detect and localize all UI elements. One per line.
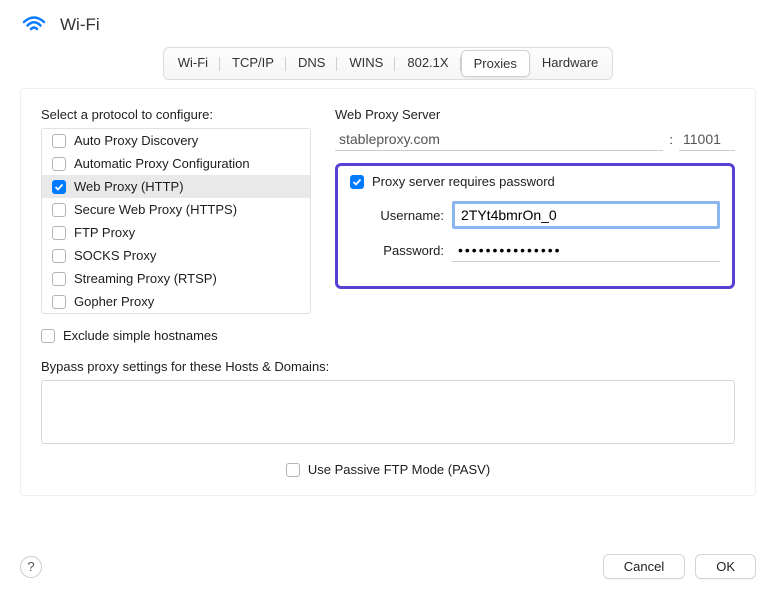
username-input[interactable] — [452, 201, 720, 229]
window-header: Wi-Fi — [0, 0, 776, 47]
passive-ftp-checkbox[interactable] — [286, 463, 300, 477]
host-port-separator: : — [669, 132, 673, 147]
list-item[interactable]: Automatic Proxy Configuration — [42, 152, 310, 175]
proxy-host-input[interactable] — [335, 128, 663, 151]
bypass-label: Bypass proxy settings for these Hosts & … — [41, 359, 735, 374]
protocol-label: Select a protocol to configure: — [41, 107, 311, 122]
tab-wins[interactable]: WINS — [337, 50, 395, 77]
list-item-label: Streaming Proxy (RTSP) — [74, 271, 217, 286]
tab-8021x[interactable]: 802.1X — [395, 50, 460, 77]
tab-hardware[interactable]: Hardware — [530, 50, 610, 77]
password-label: Password: — [366, 243, 444, 258]
tab-wifi[interactable]: Wi-Fi — [166, 50, 220, 77]
proxies-panel: Select a protocol to configure: Auto Pro… — [20, 88, 756, 496]
tab-bar: Wi-Fi TCP/IP DNS WINS 802.1X Proxies Har… — [0, 47, 776, 88]
exclude-hostnames-checkbox[interactable] — [41, 329, 55, 343]
username-label: Username: — [366, 208, 444, 223]
requires-password-label: Proxy server requires password — [372, 174, 555, 189]
auth-highlight-box: Proxy server requires password Username:… — [335, 163, 735, 289]
checkbox-icon[interactable] — [52, 203, 66, 217]
list-item[interactable]: Gopher Proxy — [42, 290, 310, 313]
proxy-port-input[interactable] — [679, 128, 735, 151]
checkbox-icon[interactable] — [52, 134, 66, 148]
exclude-hostnames-label: Exclude simple hostnames — [63, 328, 218, 343]
ok-button[interactable]: OK — [695, 554, 756, 579]
window-title: Wi-Fi — [60, 15, 100, 35]
requires-password-checkbox[interactable] — [350, 175, 364, 189]
tab-proxies[interactable]: Proxies — [461, 50, 530, 77]
list-item-label: Gopher Proxy — [74, 294, 154, 309]
help-button[interactable]: ? — [20, 556, 42, 578]
protocol-list[interactable]: Auto Proxy Discovery Automatic Proxy Con… — [41, 128, 311, 314]
bypass-textarea[interactable] — [41, 380, 735, 444]
checkbox-icon[interactable] — [52, 272, 66, 286]
checkbox-icon[interactable] — [52, 180, 66, 194]
cancel-button[interactable]: Cancel — [603, 554, 685, 579]
list-item[interactable]: SOCKS Proxy — [42, 244, 310, 267]
tab-tcpip[interactable]: TCP/IP — [220, 50, 286, 77]
list-item-label: Secure Web Proxy (HTTPS) — [74, 202, 237, 217]
list-item-label: Automatic Proxy Configuration — [74, 156, 250, 171]
list-item-label: SOCKS Proxy — [74, 248, 156, 263]
checkbox-icon[interactable] — [52, 295, 66, 309]
footer-bar: ? Cancel OK — [20, 554, 756, 579]
checkbox-icon[interactable] — [52, 226, 66, 240]
list-item-label: FTP Proxy — [74, 225, 135, 240]
checkbox-icon[interactable] — [52, 157, 66, 171]
tab-dns[interactable]: DNS — [286, 50, 337, 77]
wifi-icon — [20, 12, 60, 37]
list-item[interactable]: Secure Web Proxy (HTTPS) — [42, 198, 310, 221]
server-label: Web Proxy Server — [335, 107, 735, 122]
list-item-label: Auto Proxy Discovery — [74, 133, 198, 148]
password-input[interactable] — [452, 239, 720, 262]
list-item-label: Web Proxy (HTTP) — [74, 179, 184, 194]
list-item[interactable]: Streaming Proxy (RTSP) — [42, 267, 310, 290]
list-item[interactable]: Auto Proxy Discovery — [42, 129, 310, 152]
list-item[interactable]: FTP Proxy — [42, 221, 310, 244]
checkbox-icon[interactable] — [52, 249, 66, 263]
list-item[interactable]: Web Proxy (HTTP) — [42, 175, 310, 198]
passive-ftp-label: Use Passive FTP Mode (PASV) — [308, 462, 490, 477]
